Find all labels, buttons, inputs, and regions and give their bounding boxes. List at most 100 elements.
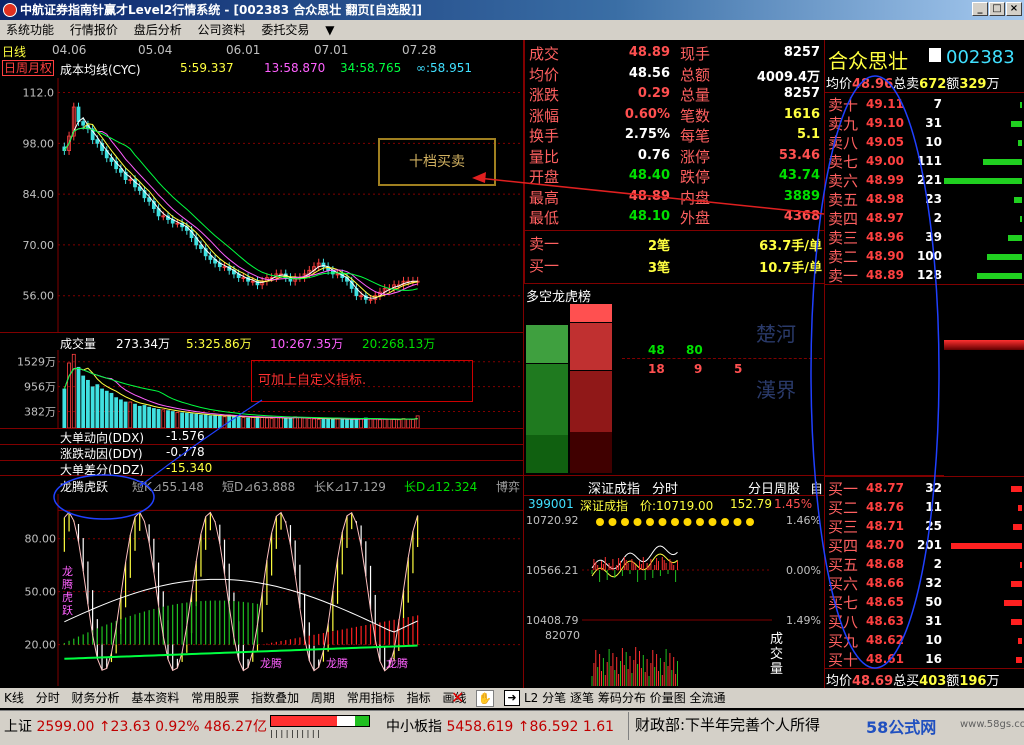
index-volume-max: 82070	[545, 629, 580, 642]
buy-level-price[interactable]: 48.70	[866, 538, 904, 552]
buy-level-price[interactable]: 48.62	[866, 633, 904, 647]
amount-label: 额	[946, 674, 960, 689]
btn-profile[interactable]: 基本资料	[131, 691, 179, 705]
buy-level-price[interactable]: 48.68	[866, 557, 904, 571]
menu-more-icon[interactable]: ▼	[325, 23, 334, 37]
tab-self[interactable]: 自	[810, 478, 823, 497]
tab-month[interactable]: 月	[28, 61, 40, 75]
quote-label: 总额	[680, 65, 711, 84]
note-icon[interactable]	[929, 48, 941, 62]
btn-period[interactable]: 周期	[311, 691, 335, 705]
sell-volume-bar	[1020, 216, 1022, 222]
hand-cursor-icon[interactable]: ✋	[476, 690, 494, 707]
sell-level-price[interactable]: 49.05	[866, 135, 904, 149]
quote-value: 48.89	[628, 188, 670, 204]
sell-level-price[interactable]: 48.89	[866, 268, 904, 282]
buy-level-price[interactable]: 48.65	[866, 595, 904, 609]
sell-volume-bar	[977, 273, 1022, 279]
sell-level-volume: 128	[916, 268, 942, 282]
volume-bar	[401, 418, 406, 428]
btn-indicator[interactable]: 指标	[407, 691, 431, 705]
menu-system[interactable]: 系统功能	[6, 23, 54, 37]
minimize-button[interactable]: _	[972, 2, 988, 16]
ddx-name: 大单动向(DDX)	[60, 431, 145, 445]
period-label[interactable]: 日线	[2, 43, 26, 60]
candle-body	[76, 106, 81, 122]
quote-label: 最高	[529, 188, 560, 207]
volume-bar	[297, 417, 302, 428]
sell-level-price[interactable]: 48.99	[866, 173, 904, 187]
menu-trade[interactable]: 委托交易	[261, 23, 309, 37]
buy-level-price[interactable]: 48.77	[866, 481, 904, 495]
volume-bar	[180, 412, 185, 428]
buy1-count: 3笔	[647, 261, 670, 276]
btn-finance[interactable]: 财务分析	[72, 691, 120, 705]
btn-common-indicator[interactable]: 常用指标	[347, 691, 395, 705]
sell-level-price[interactable]: 48.98	[866, 192, 904, 206]
btn-ticks[interactable]: 分笔	[542, 691, 566, 705]
quote-label: 现手	[680, 45, 711, 63]
menu-company[interactable]: 公司资料	[198, 23, 246, 37]
ddx-value: -1.576	[166, 429, 205, 443]
menu-analysis[interactable]: 盘后分析	[134, 23, 182, 37]
volume-bar	[128, 401, 133, 428]
sell-level-price[interactable]: 49.11	[866, 97, 904, 111]
tab-rights[interactable]: 权	[40, 61, 52, 75]
quote-value: 48.89	[628, 45, 670, 60]
tab-index[interactable]: 深证成指	[588, 478, 640, 497]
buy-level-price[interactable]: 48.76	[866, 500, 904, 514]
menu-quotes[interactable]: 行情报价	[70, 23, 118, 37]
volume-bar	[156, 408, 161, 428]
buy-level-price[interactable]: 48.63	[866, 614, 904, 628]
close-button[interactable]: ×	[1006, 2, 1022, 16]
sme-change: ↑86.592	[517, 719, 579, 735]
maximize-button[interactable]: □	[989, 2, 1005, 16]
btn-l2[interactable]: L2	[524, 691, 538, 705]
sell-level-label: 卖十	[828, 96, 859, 114]
quote-value: 8257	[783, 86, 820, 101]
y-tick-label: 56.00	[23, 290, 55, 303]
btn-intraday[interactable]: 分时	[36, 691, 60, 705]
sell-level-price[interactable]: 48.90	[866, 249, 904, 263]
dragon-short-k: 短K⊿55.148	[132, 480, 204, 494]
tab-week[interactable]: 周	[16, 61, 28, 75]
volume-bar	[137, 405, 142, 428]
tab-intraday[interactable]: 分时	[652, 478, 678, 497]
sell-level-price[interactable]: 48.96	[866, 230, 904, 244]
volume-bar	[307, 418, 312, 428]
buy-level-price[interactable]: 48.66	[866, 576, 904, 590]
index-intraday-chart[interactable]	[582, 512, 772, 686]
sme-index[interactable]: 中小板指 5458.619 ↑86.592 1.61	[386, 716, 614, 736]
sell-level-price[interactable]: 49.10	[866, 116, 904, 130]
window-title: 中航证券指南针赢才Level2行情系统 - [002383 合众思壮 翻页[自选…	[20, 3, 422, 17]
buy-level-volume: 32	[925, 481, 942, 495]
unit-label: 万	[986, 77, 1000, 92]
buy-level-price[interactable]: 48.61	[866, 652, 904, 666]
shanghai-index[interactable]: 上证 2599.00 ↑23.63 0.92% 486.27亿	[4, 716, 267, 736]
volume-bar	[288, 417, 293, 428]
tab-daily-weekly[interactable]: 分日周股	[748, 478, 800, 497]
sell-level-price[interactable]: 48.97	[866, 211, 904, 225]
signal-dot-icon	[708, 518, 717, 526]
btn-kline[interactable]: K线	[4, 691, 24, 705]
buy-volume-bar	[1011, 619, 1022, 625]
volume-bar	[175, 412, 180, 428]
tab-day[interactable]: 日	[4, 61, 16, 75]
btn-pricevol[interactable]: 价量图	[650, 691, 686, 705]
app-icon	[3, 3, 17, 17]
btn-overlay[interactable]: 指数叠加	[251, 691, 299, 705]
site-url: www.58gs.com	[960, 719, 1024, 730]
news-ticker[interactable]: 财政部:下半年完善个人所得	[628, 712, 864, 740]
btn-float[interactable]: 全流通	[690, 691, 726, 705]
btn-favorites[interactable]: 常用股票	[191, 691, 239, 705]
btn-trades[interactable]: 逐笔	[570, 691, 594, 705]
volume-bar	[265, 417, 269, 428]
btn-chips[interactable]: 筹码分布	[598, 691, 646, 705]
arrow-right-icon[interactable]: ➜	[504, 690, 520, 706]
buy-level-price[interactable]: 48.71	[866, 519, 904, 533]
volume-bar	[161, 409, 166, 428]
close-chart-icon[interactable]: ✕	[451, 689, 464, 707]
sell-level-price[interactable]: 49.00	[866, 154, 904, 168]
signal-dot-icon	[646, 518, 654, 526]
kline-chart[interactable]: 112.0 98.00 84.00 70.00 56.00	[0, 78, 524, 332]
